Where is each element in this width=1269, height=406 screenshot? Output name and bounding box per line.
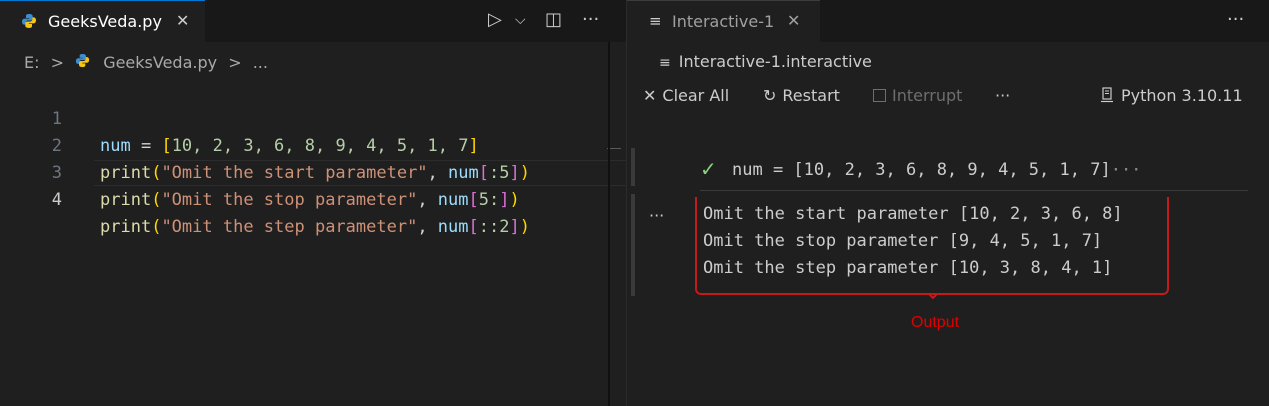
breadcrumb: ≡ Interactive-1.interactive xyxy=(659,52,872,71)
server-icon xyxy=(1099,86,1115,105)
more-actions-icon[interactable]: ··· xyxy=(995,86,1010,105)
python-file-icon xyxy=(21,13,37,33)
chevron-right-icon: > xyxy=(228,53,242,72)
kernel-label: Python 3.10.11 xyxy=(1121,86,1243,105)
list-icon: ≡ xyxy=(649,12,662,30)
input-cell[interactable]: ✓ num = [10, 2, 3, 6, 8, 9, 4, 5, 1, 7]·… xyxy=(700,157,1248,189)
output-line: Omit the stop parameter [9, 4, 5, 1, 7] xyxy=(703,231,1103,251)
editor-scrollbar[interactable] xyxy=(608,42,610,406)
close-icon: ✕ xyxy=(643,86,657,105)
interactive-toolbar: ✕ Clear All ↻ Restart Interrupt ··· Python… xyxy=(627,86,1269,110)
breadcrumb: E: > GeeksVeda.py > ... xyxy=(24,52,268,76)
interrupt-button[interactable]: Interrupt xyxy=(873,86,962,105)
code-editor[interactable]: 1 num = [10, 2, 3, 6, 8, 9, 4, 5, 1, 7] … xyxy=(0,79,626,237)
output-gutter[interactable] xyxy=(631,194,635,296)
cell-divider xyxy=(700,190,1248,191)
close-icon[interactable]: ✕ xyxy=(176,11,189,30)
cell-gutter[interactable] xyxy=(631,148,635,186)
cell-code: num = [10, 2, 3, 6, 8, 9, 4, 5, 1, 7]··· xyxy=(732,160,1142,180)
restart-button[interactable]: ↻ Restart xyxy=(763,86,840,105)
output-box: Omit the start parameter [10, 2, 3, 6, 8… xyxy=(695,197,1169,295)
run-icon[interactable]: ▷ xyxy=(488,9,502,30)
restart-icon: ↻ xyxy=(763,86,777,105)
python-file-icon xyxy=(75,53,90,72)
clear-all-button[interactable]: ✕ Clear All xyxy=(643,86,729,105)
breadcrumb-more[interactable]: ... xyxy=(253,53,268,72)
close-icon[interactable]: ✕ xyxy=(787,11,800,30)
code-line: 3 print("Omit the stop parameter", num[5… xyxy=(0,133,626,210)
editor-tab-bar: GeeksVeda.py ✕ ▷ ⌵ ◫ ··· xyxy=(0,0,626,42)
breadcrumb-drive[interactable]: E: xyxy=(24,53,40,72)
output-annotation: Output xyxy=(911,314,960,331)
split-editor-icon[interactable]: ◫ xyxy=(545,9,562,30)
tab-geeksveda-py[interactable]: GeeksVeda.py ✕ xyxy=(0,0,205,42)
restart-label: Restart xyxy=(782,86,840,105)
tab-interactive-1[interactable]: ≡ Interactive-1 ✕ xyxy=(627,0,820,42)
interactive-pane: ≡ Interactive-1 ✕ ··· ≡ Interactive-1.int… xyxy=(627,0,1269,406)
cell-input-more[interactable]: ··· xyxy=(1111,160,1142,180)
stop-icon xyxy=(873,89,886,102)
output-more-icon[interactable]: ··· xyxy=(649,206,664,225)
interactive-tab-bar: ≡ Interactive-1 ✕ ··· xyxy=(627,0,1269,42)
code-line: 4 print("Omit the step parameter", num[:… xyxy=(0,160,626,237)
more-actions-icon[interactable]: ··· xyxy=(582,9,599,30)
callout-pointer xyxy=(928,293,938,299)
chevron-right-icon: > xyxy=(50,53,64,72)
output-line: Omit the start parameter [10, 2, 3, 6, 8… xyxy=(703,204,1123,224)
clear-all-label: Clear All xyxy=(662,86,730,105)
tab-title: GeeksVeda.py xyxy=(48,12,162,31)
output-line: Omit the step parameter [10, 3, 8, 4, 1] xyxy=(703,258,1113,278)
breadcrumb-file[interactable]: GeeksVeda.py xyxy=(103,53,217,72)
interrupt-label: Interrupt xyxy=(892,86,963,105)
code-line: 1 num = [10, 2, 3, 6, 8, 9, 4, 5, 1, 7] xyxy=(0,79,626,156)
check-icon: ✓ xyxy=(700,157,717,181)
breadcrumb-file[interactable]: Interactive-1.interactive xyxy=(679,52,872,71)
list-icon: ≡ xyxy=(659,55,671,71)
editor-pane: GeeksVeda.py ✕ ▷ ⌵ ◫ ··· E: > GeeksVeda.… xyxy=(0,0,626,406)
code-line: 2 print("Omit the start parameter", num[… xyxy=(0,106,626,183)
chevron-down-icon[interactable]: ⌵ xyxy=(515,12,526,28)
kernel-picker[interactable]: Python 3.10.11 xyxy=(1099,86,1243,105)
line-number: 4 xyxy=(51,190,62,210)
more-actions-icon[interactable]: ··· xyxy=(1227,9,1244,30)
tab-title: Interactive-1 xyxy=(672,12,775,31)
